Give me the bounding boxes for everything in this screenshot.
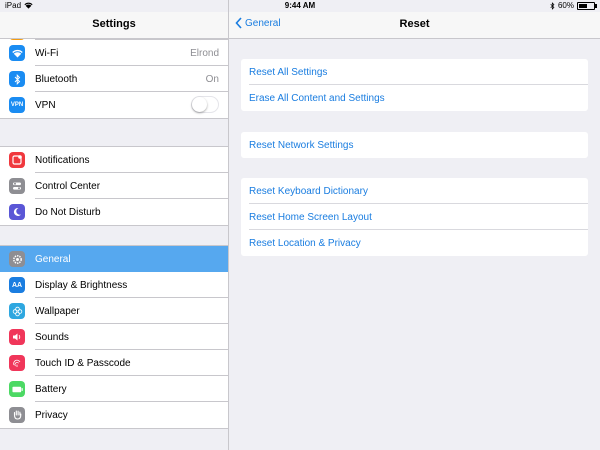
- hand-icon: [9, 407, 25, 423]
- master-navigation-bar: Settings: [0, 12, 228, 39]
- gear-icon: [9, 251, 25, 267]
- status-bar: iPad 9:44 AM 60%: [0, 0, 600, 12]
- sidebar-item-label: VPN: [35, 99, 56, 111]
- wifi-network-value: Elrond: [190, 47, 219, 59]
- fingerprint-icon: [9, 355, 25, 371]
- sidebar-item-label: Bluetooth: [35, 73, 78, 85]
- sidebar-item-label: Battery: [35, 383, 67, 395]
- sidebar-item-label: Display & Brightness: [35, 279, 128, 291]
- sidebar-item-label: Notifications: [35, 154, 90, 166]
- sidebar-item-label: Wallpaper: [35, 305, 80, 317]
- toggle-knob: [192, 97, 207, 112]
- battery-icon: [9, 381, 25, 397]
- wallpaper-icon: [9, 303, 25, 319]
- sidebar-item-do-not-disturb[interactable]: Do Not Disturb: [0, 199, 228, 225]
- settings-master-pane: Wi-Fi Elrond Bluetooth On VPN VPN Notifi…: [0, 0, 229, 450]
- reset-all-settings-button[interactable]: Reset All Settings: [241, 59, 588, 85]
- control-center-icon: [9, 178, 25, 194]
- sidebar-item-wifi[interactable]: Wi-Fi Elrond: [0, 40, 228, 66]
- sidebar-item-privacy[interactable]: Privacy: [0, 402, 228, 428]
- bluetooth-status-value: On: [205, 73, 219, 85]
- bluetooth-status-icon: [550, 1, 555, 10]
- reset-group-settings: Reset All Settings Erase All Content and…: [241, 59, 588, 111]
- display-icon: AA: [9, 277, 25, 293]
- moon-icon: [9, 204, 25, 220]
- detail-title: Reset: [399, 18, 430, 30]
- sidebar-item-label: General: [35, 253, 71, 265]
- sidebar-item-notifications[interactable]: Notifications: [0, 147, 228, 173]
- detail-navigation-bar: General Reset: [229, 12, 600, 39]
- sidebar-item-label: Control Center: [35, 180, 101, 192]
- battery-percentage: 60%: [557, 1, 574, 10]
- page-title: Settings: [92, 18, 136, 30]
- reset-group-network: Reset Network Settings: [241, 132, 588, 158]
- bluetooth-icon: [9, 71, 25, 87]
- erase-all-content-button[interactable]: Erase All Content and Settings: [241, 85, 588, 111]
- status-time: 9:44 AM: [284, 1, 316, 10]
- reset-detail-pane: General Reset Reset All Settings Erase A…: [229, 0, 600, 450]
- sidebar-item-battery[interactable]: Battery: [0, 376, 228, 402]
- sidebar-item-touch-id-passcode[interactable]: Touch ID & Passcode: [0, 350, 228, 376]
- reset-keyboard-dictionary-button[interactable]: Reset Keyboard Dictionary: [241, 178, 588, 204]
- reset-network-settings-button[interactable]: Reset Network Settings: [241, 132, 588, 158]
- sidebar-item-wallpaper[interactable]: Wallpaper: [0, 298, 228, 324]
- settings-group-notifications: Notifications Control Center Do Not Dist…: [0, 146, 228, 226]
- reset-home-screen-layout-button[interactable]: Reset Home Screen Layout: [241, 204, 588, 230]
- sidebar-item-label: Do Not Disturb: [35, 206, 101, 218]
- sounds-icon: [9, 329, 25, 345]
- sidebar-item-general[interactable]: General: [0, 246, 228, 272]
- vpn-icon: VPN: [9, 97, 25, 113]
- sidebar-item-sounds[interactable]: Sounds: [0, 324, 228, 350]
- vpn-toggle[interactable]: [191, 96, 219, 113]
- sidebar-item-control-center[interactable]: Control Center: [0, 173, 228, 199]
- battery-level-icon: [577, 1, 597, 10]
- sidebar-item-label: Wi-Fi: [35, 47, 59, 59]
- sidebar-item-display-brightness[interactable]: AA Display & Brightness: [0, 272, 228, 298]
- reset-group-other: Reset Keyboard Dictionary Reset Home Scr…: [241, 178, 588, 256]
- sidebar-item-label: Touch ID & Passcode: [35, 357, 131, 369]
- notifications-icon: [9, 152, 25, 168]
- reset-location-privacy-button[interactable]: Reset Location & Privacy: [241, 230, 588, 256]
- sidebar-item-vpn[interactable]: VPN VPN: [0, 92, 228, 118]
- settings-group-connectivity: Wi-Fi Elrond Bluetooth On VPN VPN: [0, 21, 228, 119]
- sidebar-item-bluetooth[interactable]: Bluetooth On: [0, 66, 228, 92]
- sidebar-item-label: Privacy: [35, 409, 68, 421]
- sidebar-item-label: Sounds: [35, 331, 69, 343]
- settings-group-general: General AA Display & Brightness Wallpape…: [0, 245, 228, 429]
- wifi-icon: [9, 45, 25, 61]
